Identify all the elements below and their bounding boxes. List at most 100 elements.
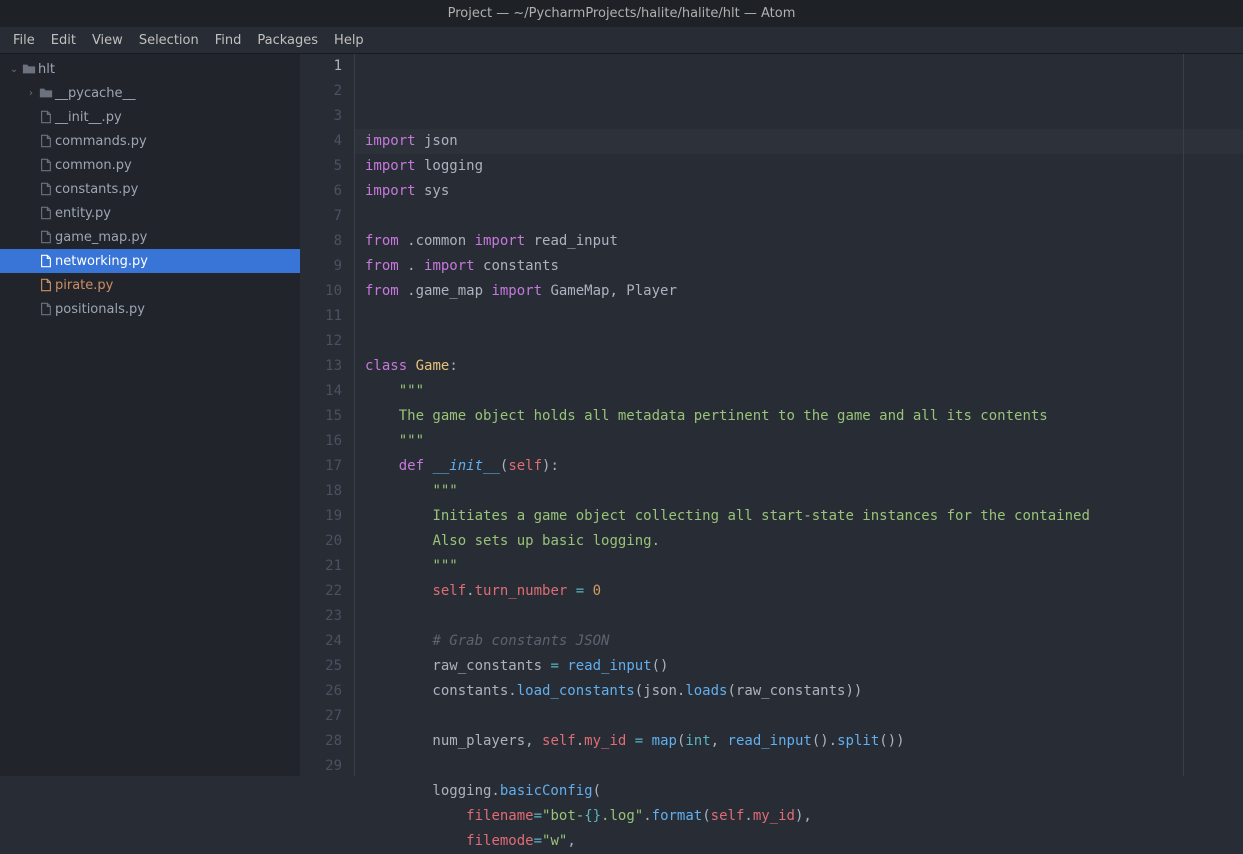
- line-number[interactable]: 18: [300, 479, 342, 504]
- code-line[interactable]: from . import constants: [355, 254, 1243, 279]
- line-number[interactable]: 22: [300, 579, 342, 604]
- line-number[interactable]: 3: [300, 104, 342, 129]
- line-number[interactable]: 12: [300, 329, 342, 354]
- code-line[interactable]: """: [355, 554, 1243, 579]
- file-icon: [37, 134, 55, 148]
- code-line[interactable]: Also sets up basic logging.: [355, 529, 1243, 554]
- line-number[interactable]: 10: [300, 279, 342, 304]
- tree-item-commands-py[interactable]: commands.py: [0, 129, 300, 153]
- menu-bar: FileEditViewSelectionFindPackagesHelp: [0, 27, 1243, 54]
- file-icon: [37, 158, 55, 172]
- line-number[interactable]: 23: [300, 604, 342, 629]
- line-number[interactable]: 1: [300, 54, 342, 79]
- tree-item-positionals-py[interactable]: positionals.py: [0, 297, 300, 321]
- editor[interactable]: 1234567891011121314151617181920212223242…: [300, 54, 1243, 776]
- menu-file[interactable]: File: [5, 27, 43, 54]
- code-line[interactable]: [355, 754, 1243, 779]
- code-line[interactable]: [355, 704, 1243, 729]
- line-number[interactable]: 27: [300, 704, 342, 729]
- code-line[interactable]: Initiates a game object collecting all s…: [355, 504, 1243, 529]
- code-line[interactable]: class Game:: [355, 354, 1243, 379]
- code-line[interactable]: self.turn_number = 0: [355, 579, 1243, 604]
- code-line[interactable]: # Grab constants JSON: [355, 629, 1243, 654]
- file-icon: [37, 206, 55, 220]
- file-icon: [37, 182, 55, 196]
- tree-item-label: positionals.py: [55, 302, 145, 317]
- code-line[interactable]: from .common import read_input: [355, 229, 1243, 254]
- window-title: Project — ~/PycharmProjects/halite/halit…: [0, 0, 1243, 27]
- line-number[interactable]: 5: [300, 154, 342, 179]
- file-icon: [37, 254, 55, 268]
- line-number[interactable]: 24: [300, 629, 342, 654]
- code-line[interactable]: filemode="w",: [355, 829, 1243, 854]
- file-icon: [37, 110, 55, 124]
- tree-item-__init__-py[interactable]: __init__.py: [0, 105, 300, 129]
- tree-item-networking-py[interactable]: networking.py: [0, 249, 300, 273]
- tree-item-constants-py[interactable]: constants.py: [0, 177, 300, 201]
- tree-item-game_map-py[interactable]: game_map.py: [0, 225, 300, 249]
- code-line[interactable]: """: [355, 379, 1243, 404]
- code-line[interactable]: import json: [355, 129, 1243, 154]
- tree-item-hlt[interactable]: ⌄ hlt: [0, 57, 300, 81]
- tree-item-entity-py[interactable]: entity.py: [0, 201, 300, 225]
- tree-item-label: __pycache__: [55, 86, 135, 101]
- line-number[interactable]: 8: [300, 229, 342, 254]
- line-number[interactable]: 29: [300, 754, 342, 779]
- code-line[interactable]: import sys: [355, 179, 1243, 204]
- line-number[interactable]: 17: [300, 454, 342, 479]
- code-line[interactable]: [355, 329, 1243, 354]
- code-line[interactable]: from .game_map import GameMap, Player: [355, 279, 1243, 304]
- file-icon: [37, 278, 55, 292]
- code-line[interactable]: num_players, self.my_id = map(int, read_…: [355, 729, 1243, 754]
- code-line[interactable]: [355, 604, 1243, 629]
- chevron-icon[interactable]: ⌄: [8, 64, 20, 75]
- menu-selection[interactable]: Selection: [131, 27, 207, 54]
- line-gutter: 1234567891011121314151617181920212223242…: [300, 54, 355, 776]
- folder-icon: [20, 62, 38, 76]
- line-number[interactable]: 9: [300, 254, 342, 279]
- line-number[interactable]: 13: [300, 354, 342, 379]
- line-number[interactable]: 20: [300, 529, 342, 554]
- tree-item-__pycache__[interactable]: › __pycache__: [0, 81, 300, 105]
- tree-item-pirate-py[interactable]: pirate.py: [0, 273, 300, 297]
- tree-item-label: entity.py: [55, 206, 111, 221]
- line-number[interactable]: 26: [300, 679, 342, 704]
- folder-icon: [37, 86, 55, 100]
- code-line[interactable]: """: [355, 429, 1243, 454]
- menu-edit[interactable]: Edit: [43, 27, 84, 54]
- tree-item-common-py[interactable]: common.py: [0, 153, 300, 177]
- chevron-icon[interactable]: ›: [25, 88, 37, 99]
- project-tree[interactable]: ⌄ hlt› __pycache__ __init__.py commands.py co…: [0, 54, 300, 776]
- line-number[interactable]: 25: [300, 654, 342, 679]
- menu-packages[interactable]: Packages: [249, 27, 326, 54]
- code-line[interactable]: filename="bot-{}.log".format(self.my_id)…: [355, 804, 1243, 829]
- line-number[interactable]: 11: [300, 304, 342, 329]
- tree-item-label: hlt: [38, 62, 55, 77]
- code-area[interactable]: import jsonimport loggingimport sys from …: [355, 54, 1243, 776]
- code-line[interactable]: import logging: [355, 154, 1243, 179]
- code-line[interactable]: [355, 304, 1243, 329]
- line-number[interactable]: 16: [300, 429, 342, 454]
- code-line[interactable]: The game object holds all metadata perti…: [355, 404, 1243, 429]
- code-line[interactable]: def __init__(self):: [355, 454, 1243, 479]
- menu-view[interactable]: View: [84, 27, 131, 54]
- wrap-guide: [1183, 54, 1184, 776]
- tree-item-label: commands.py: [55, 134, 147, 149]
- code-line[interactable]: constants.load_constants(json.loads(raw_…: [355, 679, 1243, 704]
- menu-find[interactable]: Find: [207, 27, 250, 54]
- tree-item-label: __init__.py: [55, 110, 122, 125]
- line-number[interactable]: 28: [300, 729, 342, 754]
- line-number[interactable]: 19: [300, 504, 342, 529]
- code-line[interactable]: [355, 204, 1243, 229]
- line-number[interactable]: 14: [300, 379, 342, 404]
- line-number[interactable]: 2: [300, 79, 342, 104]
- line-number[interactable]: 15: [300, 404, 342, 429]
- line-number[interactable]: 21: [300, 554, 342, 579]
- line-number[interactable]: 7: [300, 204, 342, 229]
- code-line[interactable]: logging.basicConfig(: [355, 779, 1243, 804]
- line-number[interactable]: 6: [300, 179, 342, 204]
- code-line[interactable]: """: [355, 479, 1243, 504]
- line-number[interactable]: 4: [300, 129, 342, 154]
- menu-help[interactable]: Help: [326, 27, 372, 54]
- code-line[interactable]: raw_constants = read_input(): [355, 654, 1243, 679]
